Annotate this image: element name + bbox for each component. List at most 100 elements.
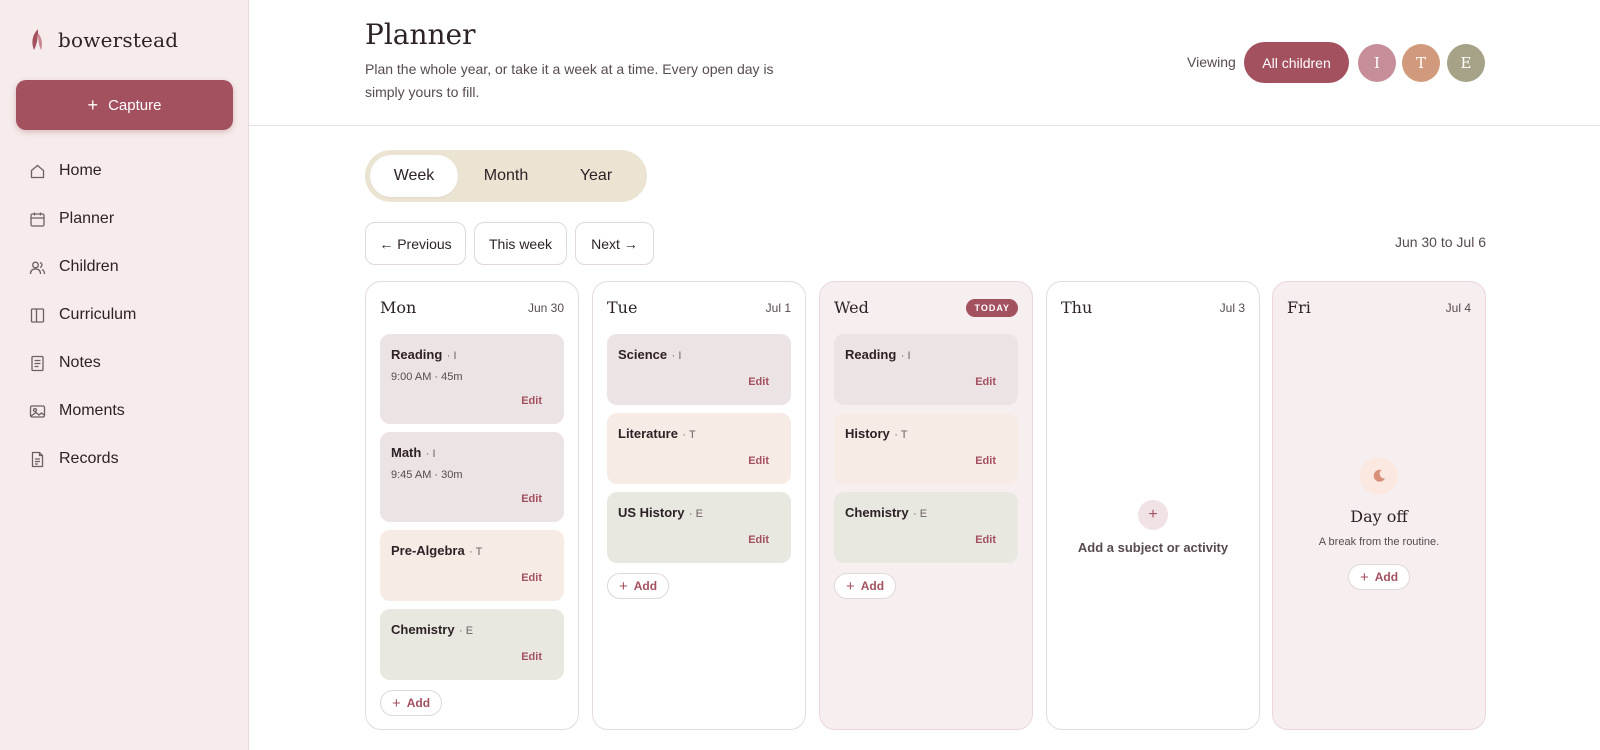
day-items: Reading · I 9:00 AM · 45m Edit Math · I … <box>380 334 564 716</box>
plus-icon: + <box>846 577 855 595</box>
edit-button[interactable]: Edit <box>975 376 996 388</box>
activity-card[interactable]: Chemistry · E Edit <box>380 609 564 680</box>
card-time: 9:45 AM · 30m <box>391 469 463 481</box>
card-child: · I <box>425 448 436 460</box>
sidebar-item-notes[interactable]: Notes <box>0 339 249 387</box>
card-child: · E <box>688 508 703 520</box>
image-icon <box>29 403 46 420</box>
add-activity-button[interactable]: + Add <box>834 573 897 599</box>
day-items: Reading · I Edit History · T Edit Chemis… <box>834 334 1018 599</box>
day-off-subtitle: A break from the routine. <box>1318 536 1440 548</box>
sidebar-item-children[interactable]: Children <box>0 243 249 291</box>
card-heading: Chemistry · E <box>391 621 553 639</box>
week-range: Jun 30 to Jul 6 <box>1394 234 1486 250</box>
activity-card[interactable]: US History · E Edit <box>607 492 791 563</box>
sidebar-item-label: Children <box>59 258 119 275</box>
calendar-icon <box>29 211 46 228</box>
card-child: · T <box>682 429 696 441</box>
card-child: · E <box>913 508 928 520</box>
activity-card[interactable]: Science · I Edit <box>607 334 791 405</box>
day-name: Wed <box>834 298 869 317</box>
viewing-label: Viewing <box>1187 54 1236 70</box>
tab-year[interactable]: Year <box>552 155 640 197</box>
empty-day-label: Add a subject or activity <box>1077 540 1229 555</box>
plus-icon: + <box>87 95 99 115</box>
sidebar-item-curriculum[interactable]: Curriculum <box>0 291 249 339</box>
empty-day-add[interactable]: + Add a subject or activity <box>1047 500 1259 555</box>
this-week-button[interactable]: This week <box>474 222 567 265</box>
day-date: Jun 30 <box>527 301 564 315</box>
card-child: · I <box>446 350 457 362</box>
activity-card[interactable]: Reading · I Edit <box>834 334 1018 405</box>
day-column-thu: Thu Jul 3 + Add a subject or activity <box>1046 281 1260 730</box>
add-label: Add <box>633 579 658 593</box>
sidebar-item-records[interactable]: Records <box>0 435 249 483</box>
notes-icon <box>29 355 46 372</box>
sidebar-item-planner[interactable]: Planner <box>0 195 249 243</box>
day-name: Fri <box>1287 298 1311 317</box>
add-activity-button[interactable]: + Add <box>380 690 443 716</box>
book-icon <box>29 307 46 324</box>
previous-week-button[interactable]: ← Previous <box>365 222 466 265</box>
add-activity-button[interactable]: + Add <box>607 573 670 599</box>
edit-button[interactable]: Edit <box>521 493 542 505</box>
card-subject: History <box>845 426 890 441</box>
avatar[interactable]: I <box>1358 44 1396 82</box>
day-date: Jul 4 <box>1445 301 1471 315</box>
sidebar-item-label: Curriculum <box>59 306 137 323</box>
activity-card[interactable]: Reading · I 9:00 AM · 45m Edit <box>380 334 564 424</box>
activity-card[interactable]: Literature · T Edit <box>607 413 791 484</box>
day-column-mon: Mon Jun 30 Reading · I 9:00 AM · 45m Edi… <box>365 281 579 730</box>
brand[interactable]: bowerstead <box>30 28 178 52</box>
day-name: Thu <box>1061 298 1093 317</box>
moon-icon <box>1360 457 1398 495</box>
day-column-wed: Wed TODAY Reading · I Edit History · T E… <box>819 281 1033 730</box>
capture-button[interactable]: + Capture <box>16 80 233 130</box>
card-subject: Reading <box>845 347 897 362</box>
edit-button[interactable]: Edit <box>975 534 996 546</box>
edit-button[interactable]: Edit <box>748 376 769 388</box>
edit-button[interactable]: Edit <box>521 651 542 663</box>
card-subject: Chemistry <box>845 505 909 520</box>
sidebar: bowerstead + Capture Home Planner Childr… <box>0 0 249 750</box>
add-activity-button[interactable]: + Add <box>1347 564 1411 590</box>
card-time: 9:00 AM · 45m <box>391 371 463 383</box>
card-subject: Math <box>391 445 422 460</box>
edit-button[interactable]: Edit <box>521 572 542 584</box>
tab-week[interactable]: Week <box>370 155 458 197</box>
edit-button[interactable]: Edit <box>975 455 996 467</box>
card-heading: Literature · T <box>618 425 780 443</box>
card-heading: Reading · I <box>391 346 553 364</box>
tab-month[interactable]: Month <box>462 155 550 197</box>
card-child: · I <box>900 350 911 362</box>
activity-card[interactable]: Math · I 9:45 AM · 30m Edit <box>380 432 564 522</box>
add-label: Add <box>860 579 885 593</box>
all-children-filter-button[interactable]: All children <box>1244 42 1349 83</box>
view-switch: Week Month Year <box>365 150 647 202</box>
card-child: · T <box>894 429 908 441</box>
next-week-button[interactable]: Next → <box>575 222 654 265</box>
day-column-tue: Tue Jul 1 Science · I Edit Literature · … <box>592 281 806 730</box>
sidebar-nav: Home Planner Children Curriculum Notes M… <box>0 147 249 483</box>
edit-button[interactable]: Edit <box>748 455 769 467</box>
day-off-title: Day off <box>1350 507 1408 526</box>
card-subject: Pre-Algebra <box>391 543 465 558</box>
plus-icon: + <box>392 694 401 712</box>
capture-label: Capture <box>108 96 162 114</box>
card-child: · I <box>671 350 682 362</box>
card-subject: US History <box>618 505 685 520</box>
plus-icon: + <box>1138 500 1168 530</box>
edit-button[interactable]: Edit <box>748 534 769 546</box>
edit-button[interactable]: Edit <box>521 395 542 407</box>
card-subject: Science <box>618 347 668 362</box>
activity-card[interactable]: History · T Edit <box>834 413 1018 484</box>
avatar[interactable]: E <box>1447 44 1485 82</box>
sidebar-item-home[interactable]: Home <box>0 147 249 195</box>
card-subject: Reading <box>391 347 443 362</box>
card-heading: Math · I <box>391 444 553 462</box>
activity-card[interactable]: Pre-Algebra · T Edit <box>380 530 564 601</box>
card-heading: US History · E <box>618 504 780 522</box>
avatar[interactable]: T <box>1402 44 1440 82</box>
activity-card[interactable]: Chemistry · E Edit <box>834 492 1018 563</box>
sidebar-item-moments[interactable]: Moments <box>0 387 249 435</box>
